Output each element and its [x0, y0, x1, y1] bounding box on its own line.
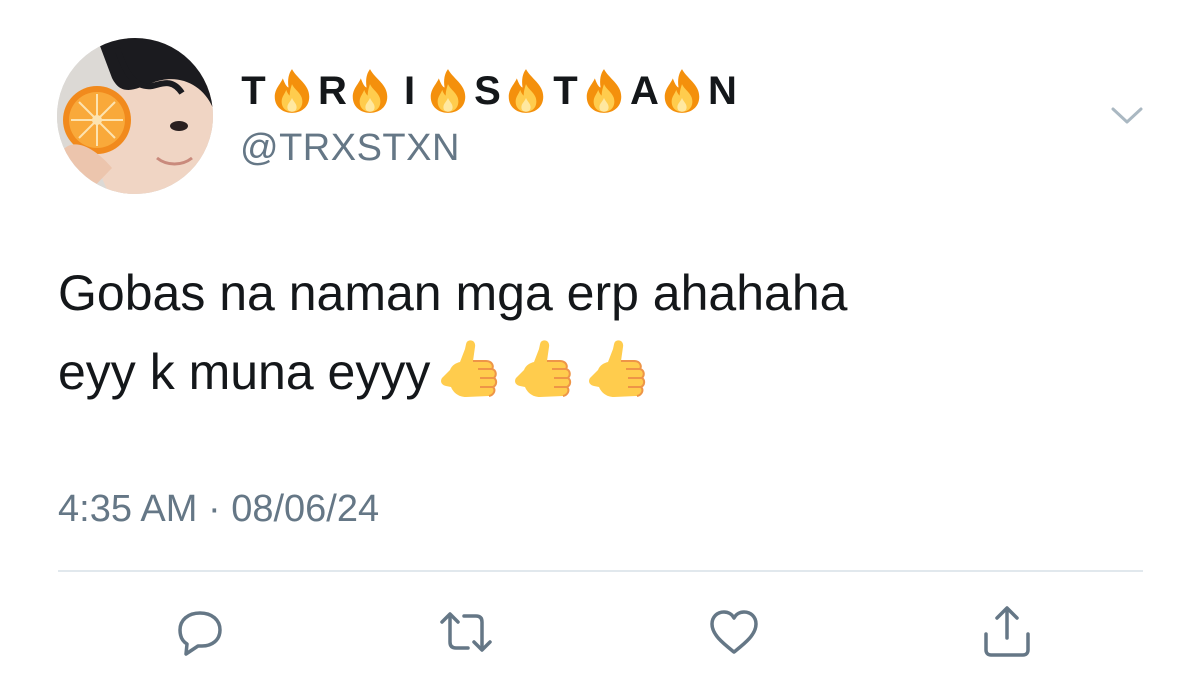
retweet-icon — [440, 612, 492, 652]
fire-icon — [426, 68, 470, 114]
like-button[interactable] — [706, 604, 762, 660]
display-name-letter: A — [630, 68, 660, 113]
tweet-text-line: Gobas na naman mga erp ahahaha — [58, 265, 848, 321]
tweet-text-line-with-emoji: eyy k muna eyyy — [58, 333, 1158, 412]
call-me-hand-icon — [586, 335, 654, 401]
display-name-letter: I — [403, 68, 417, 113]
profile-photo-icon — [57, 38, 213, 194]
heart-icon — [710, 610, 758, 654]
divider — [58, 570, 1143, 572]
fire-icon — [270, 68, 314, 114]
share-icon — [984, 606, 1030, 657]
call-me-hand-icon — [512, 335, 580, 401]
display-name-letter: S — [474, 68, 502, 113]
display-name-letter: R — [318, 68, 348, 113]
tweet-text-line: eyy k muna eyyy — [58, 344, 431, 400]
chevron-down-icon[interactable] — [1110, 104, 1144, 128]
retweet-button[interactable] — [438, 604, 494, 660]
tweet-text: Gobas na naman mga erp ahahaha eyy k mun… — [58, 254, 1158, 412]
display-name[interactable]: T R I S T A N — [240, 66, 738, 116]
fire-icon — [660, 68, 704, 114]
fire-icon — [582, 68, 626, 114]
share-button[interactable] — [979, 604, 1035, 660]
call-me-hand-icon — [438, 335, 506, 401]
display-name-letter: T — [553, 68, 579, 113]
display-name-letter: N — [708, 68, 738, 113]
avatar[interactable] — [57, 38, 213, 194]
fire-icon — [504, 68, 548, 114]
reply-button[interactable] — [172, 604, 228, 660]
fire-icon — [348, 68, 392, 114]
tweet-timestamp[interactable]: 4:35 AM · 08/06/24 — [58, 488, 379, 531]
user-handle[interactable]: @TRXSTXN — [240, 127, 460, 170]
reply-icon — [178, 611, 222, 656]
tweet-card: T R I S T A N @TRXSTXN Gobas na naman mg… — [0, 0, 1200, 699]
display-name-letter: T — [241, 68, 267, 113]
